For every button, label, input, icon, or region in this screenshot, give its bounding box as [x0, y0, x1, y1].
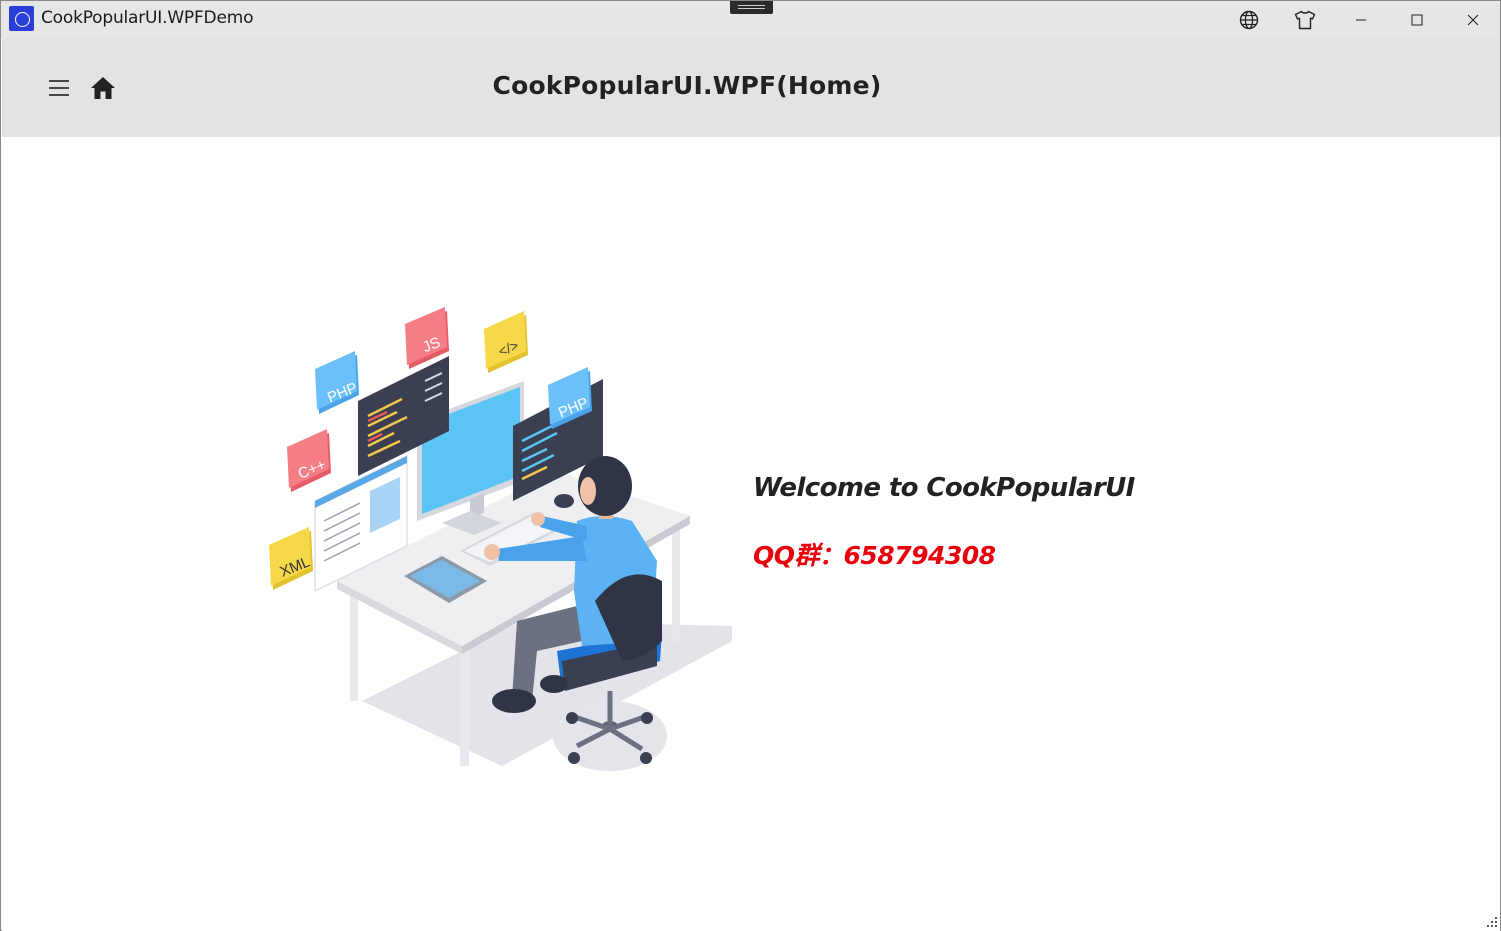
- title-bar[interactable]: CookPopularUI.WPFDemo: [1, 1, 1500, 38]
- resize-grip-icon[interactable]: [1486, 916, 1498, 928]
- developer-illustration: PHP JS </> PHP C++ XML: [269, 307, 732, 771]
- xml-badge: XML: [269, 527, 313, 590]
- minimize-icon: [1356, 19, 1366, 20]
- close-icon: [1467, 14, 1479, 25]
- cpp-badge: C++: [287, 429, 331, 492]
- page-title: CookPopularUI.WPF(Home): [492, 71, 882, 100]
- code-badge: </>: [484, 311, 528, 373]
- app-header: CookPopularUI.WPF(Home): [2, 38, 1500, 137]
- globe-icon: [1239, 10, 1259, 29]
- window-title: CookPopularUI.WPFDemo: [41, 8, 254, 28]
- qq-group-text: QQ群：658794308: [753, 541, 996, 570]
- maximize-button[interactable]: [1389, 1, 1445, 38]
- welcome-text: Welcome to CookPopularUI: [753, 473, 1135, 503]
- minimize-button[interactable]: [1333, 1, 1389, 38]
- language-button[interactable]: [1221, 1, 1277, 38]
- app-window: CookPopularUI.WPFDemo CookPopularUI.WPF(…: [0, 0, 1501, 931]
- maximize-icon: [1411, 14, 1423, 25]
- php-badge-left: PHP: [315, 351, 360, 414]
- tshirt-icon: [1294, 10, 1316, 29]
- app-logo-icon: [9, 6, 34, 31]
- theme-button[interactable]: [1277, 1, 1333, 38]
- close-button[interactable]: [1445, 1, 1501, 38]
- drag-handle[interactable]: [730, 1, 773, 14]
- main-content: PHP JS </> PHP C++ XML Welcome to CookPo…: [2, 137, 1500, 931]
